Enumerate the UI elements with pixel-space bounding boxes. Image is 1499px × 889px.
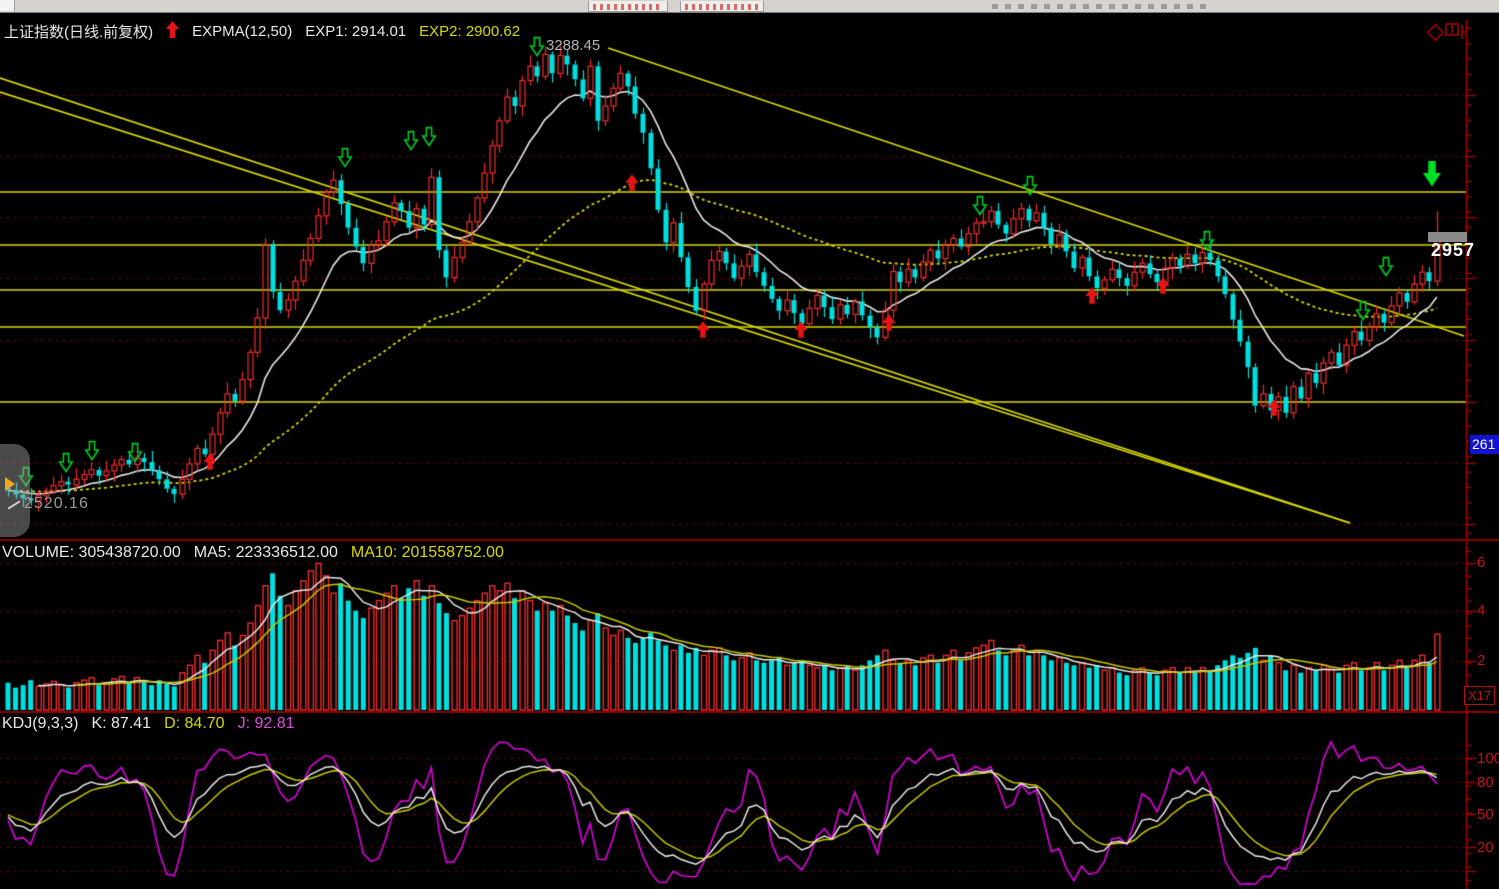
trading-terminal: 上证指数(日线.前复权) EXPMA(12,50) EXP1: 2914.01 … xyxy=(0,0,1499,889)
kdj-header: KDJ(9,3,3) K: 87.41 D: 84.70 J: 92.81 xyxy=(2,715,295,733)
kdj-k-value: K: 87.41 xyxy=(91,715,151,733)
vol-axis-label-6: 6 xyxy=(1477,554,1485,571)
window-grid-icon[interactable] xyxy=(1445,23,1467,46)
chart-canvas[interactable] xyxy=(0,0,1499,889)
peak-price-label: 3288.45 xyxy=(546,37,600,54)
main-chart-header: 上证指数(日线.前复权) EXPMA(12,50) EXP1: 2914.01 … xyxy=(4,21,520,42)
kdj-axis-label-50: 50 xyxy=(1477,806,1494,823)
toolbar-button-2[interactable] xyxy=(680,1,764,12)
low-price-label: 2520.16 xyxy=(24,495,89,513)
toolbar-button-1[interactable] xyxy=(588,1,668,12)
exp2-value: EXP2: 2900.62 xyxy=(419,23,520,40)
expand-panel-icon[interactable] xyxy=(5,477,15,491)
vol-axis-label-4: 4 xyxy=(1477,602,1485,619)
volume-value: VOLUME: 305438720.00 xyxy=(2,544,181,562)
indicator-blue-tag: 261 xyxy=(1470,435,1499,454)
volume-header: VOLUME: 305438720.00 MA5: 223336512.00 M… xyxy=(2,544,504,562)
indicator-label[interactable]: EXPMA(12,50) xyxy=(192,23,292,40)
symbol-title: 上证指数(日线.前复权) xyxy=(4,21,153,42)
volume-multiplier-label: X17 xyxy=(1464,686,1495,705)
volume-ma10: MA10: 201558752.00 xyxy=(351,544,504,562)
toolbar-status-text xyxy=(992,4,1212,9)
up-arrow-icon xyxy=(166,21,179,42)
volume-ma5: MA5: 223336512.00 xyxy=(194,544,338,562)
top-toolbar xyxy=(0,0,1499,13)
kdj-axis-label-20: 20 xyxy=(1477,839,1494,856)
toolbar-app-icon[interactable] xyxy=(0,0,15,11)
kdj-d-value: D: 84.70 xyxy=(164,715,224,733)
exp1-value: EXP1: 2914.01 xyxy=(305,23,406,40)
last-price-tag: 2957 xyxy=(1431,240,1475,261)
kdj-axis-label-80: 80 xyxy=(1477,774,1494,791)
kdj-label[interactable]: KDJ(9,3,3) xyxy=(2,715,78,733)
vol-axis-label-2: 2 xyxy=(1477,652,1485,669)
kdj-j-value: J: 92.81 xyxy=(238,715,295,733)
kdj-axis-label-100: 100 xyxy=(1477,750,1499,767)
